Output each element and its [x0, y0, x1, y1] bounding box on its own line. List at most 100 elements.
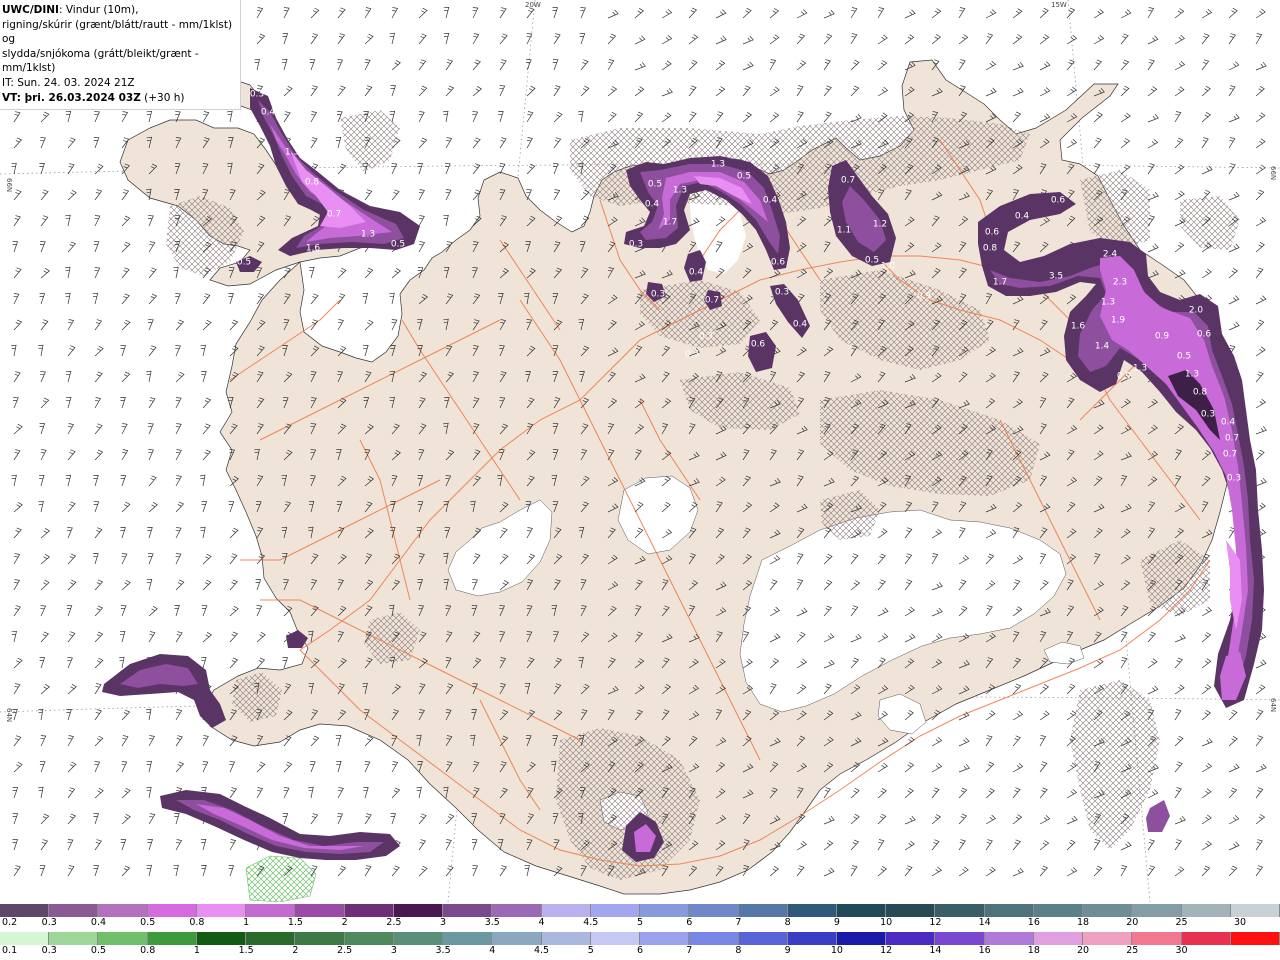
precip-value-label: 0.4 [261, 108, 276, 118]
precip-value-label: 0.4 [763, 196, 778, 206]
legend-swatch [443, 932, 493, 945]
legend-label: 0.8 [140, 945, 156, 956]
legend-swatch [492, 904, 542, 917]
legend-label: 16 [1027, 917, 1040, 928]
precip-value-label: 0.6 [1051, 196, 1066, 206]
legend-label: 4 [538, 917, 545, 928]
legend-swatch [738, 932, 788, 945]
precip-value-label: 1.6 [1071, 322, 1086, 332]
forecast-hour: (+30 h) [140, 91, 185, 104]
precip-value-label: 0.8 [1193, 388, 1208, 398]
legend-label: 30 [1233, 917, 1247, 928]
legend-swatch [1230, 932, 1280, 945]
precip-value-label: 0.7 [327, 210, 341, 220]
precip-value-label: 1.7 [993, 278, 1007, 288]
legend-swatch [1132, 904, 1182, 917]
precip-value-label: 2.3 [1113, 278, 1127, 288]
precip-value-label: 0.5 [648, 180, 662, 190]
precip-value-label: 0.6 [751, 340, 766, 350]
legend-label: 4.5 [533, 945, 550, 956]
lat-label-left-64n: 64N [5, 708, 13, 722]
legend-label: 1 [243, 917, 250, 928]
legend-swatch [836, 904, 887, 917]
info-line3: slydda/snjókoma (grátt/bleikt/grænt - mm… [2, 47, 199, 75]
legend-label: 3.5 [435, 945, 451, 956]
precip-value-label: 0.5 [391, 240, 405, 250]
legend-label: 3 [390, 945, 397, 956]
legend-label: 0.3 [41, 945, 57, 956]
legend-swatch [984, 932, 1034, 945]
precip-value-label: 0.3 [1227, 474, 1241, 484]
legend-label: 7 [686, 945, 693, 956]
precip-value-label: 0.6 [771, 258, 786, 268]
precip-value-label: 0.7 [1225, 434, 1239, 444]
legend-swatch [640, 932, 690, 945]
legend-label: 0.2 [2, 917, 18, 928]
legend-label: 3.5 [484, 917, 500, 928]
legend-label: 0.8 [189, 917, 205, 928]
legend-swatch [147, 932, 197, 945]
legend-swatch [0, 904, 50, 917]
legend-label: 18 [1027, 945, 1040, 956]
legend-swatch [541, 904, 591, 917]
precip-value-label: 0.4 [689, 268, 704, 278]
precip-value-label: 1.3 [1101, 298, 1115, 308]
legend-label: 4.5 [583, 917, 599, 928]
legend-swatch [787, 904, 837, 917]
legend-swatch [590, 932, 641, 945]
legend-label: 30 [1175, 945, 1188, 956]
precip-value-label: 0.6 [985, 228, 1000, 238]
precip-value-label: 1.3 [711, 160, 725, 170]
legend-label: 5 [587, 945, 594, 956]
legend-swatch [935, 932, 985, 945]
precip-value-label: 1.7 [663, 218, 677, 228]
precip-value-label: 0.9 [917, 292, 932, 302]
valid-time: VT: þri. 26.03.2024 03Z [2, 91, 141, 104]
weather-map: 0.3 0.4 1.3 0.8 0.7 1.3 0.5 1.6 0.5 0.5 0.4 1.3 1.7 1… [0, 0, 1280, 902]
rain-legend-labels: 0.1 0.3 0.5 0.8 1 1.5 2 2.5 3 3.5 4 4.5 5 6 7 8 9 10 12 14 1… [0, 945, 1280, 957]
legend-swatch [196, 904, 247, 917]
legend-label: 20 [1077, 945, 1090, 956]
precip-value-label: 1.3 [285, 148, 299, 158]
legend-swatch [147, 904, 197, 917]
legend-label: 8 [735, 945, 742, 956]
lat-label-right-64n: 64N [1269, 698, 1277, 712]
rain-legend-swatches [0, 932, 1280, 945]
legend-label: 12 [929, 917, 942, 928]
legend-label: 0.5 [140, 917, 156, 928]
map-info-box: UWC/DINI: Vindur (10m), rigning/skúrir (… [0, 0, 241, 111]
legend-swatch [1181, 904, 1231, 917]
precip-value-label: 0.4 [1015, 212, 1030, 222]
legend-label: 1.5 [287, 917, 303, 928]
legend-swatch [640, 904, 690, 917]
legend-swatch [344, 904, 394, 917]
info-line1-rest: : Vindur (10m), [58, 4, 139, 16]
legend-label: 16 [978, 945, 991, 956]
legend-swatch [393, 932, 444, 945]
legend-swatch [49, 932, 99, 945]
info-initial-time: IT: Sun. 24. 03. 2024 21Z [2, 76, 135, 89]
legend-label: 2.5 [386, 917, 402, 928]
precip-value-label: 1.4 [1095, 342, 1110, 352]
legend-label: 12 [880, 945, 893, 956]
legend-swatch [984, 904, 1034, 917]
precip-value-label: 3.5 [1049, 272, 1063, 282]
legend-swatch [295, 904, 345, 917]
precip-value-label: 0.7 [705, 296, 719, 306]
legend-label: 4 [489, 945, 496, 956]
precip-value-label: 0.4 [1221, 418, 1236, 428]
precip-value-label: 1.9 [1111, 316, 1126, 326]
precip-value-label: 0.3 [629, 240, 643, 250]
snow-legend: 0.2 0.3 0.4 0.5 0.8 1 1.5 2 2.5 3 3.5 4 4.5 5 6 7 8 9 10 12… [0, 904, 1280, 929]
legend-swatch [246, 932, 296, 945]
legend-label: 10 [880, 917, 893, 928]
precip-value-label: 0.9 [1117, 372, 1132, 382]
legend-swatch [886, 904, 936, 917]
precip-value-label: 0.4 [645, 200, 660, 210]
precip-value-label: 0.5 [1177, 352, 1191, 362]
legend-label: 25 [1126, 945, 1139, 956]
legend-swatch [393, 904, 444, 917]
legend-label: 5 [636, 917, 644, 928]
legend-swatch [344, 932, 394, 945]
legend-label: 3 [440, 917, 447, 928]
